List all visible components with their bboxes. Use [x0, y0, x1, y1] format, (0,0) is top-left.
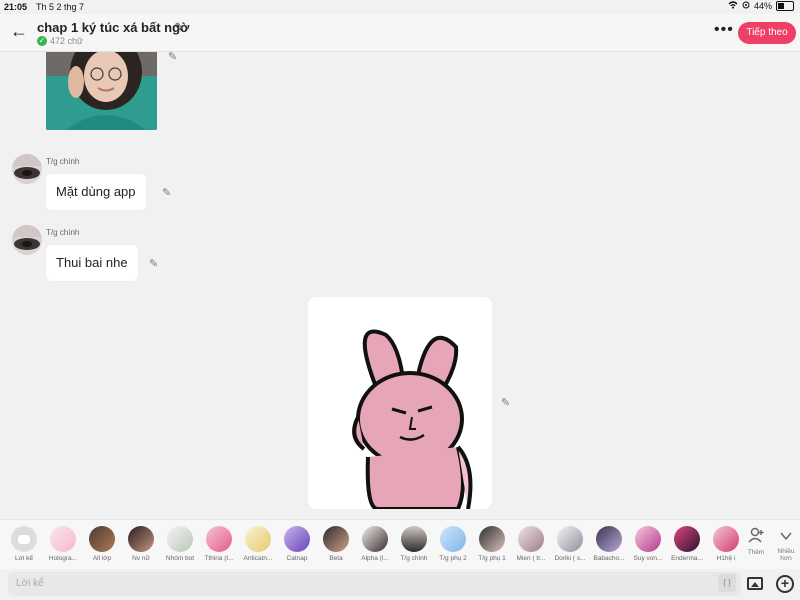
avatar: [12, 154, 42, 184]
character-name: Mien ( tr...: [516, 555, 546, 562]
character-item[interactable]: Beta: [316, 526, 356, 562]
edit-message-icon[interactable]: ✎: [162, 186, 171, 199]
message-bubble[interactable]: Mặt dùng app: [46, 174, 146, 210]
add-label: Thêm: [747, 549, 765, 556]
chevron-down-icon: [771, 526, 800, 548]
character-name: Catnap: [286, 555, 308, 562]
character-name: Enderma...: [671, 555, 703, 562]
character-item[interactable]: Anticatn...: [238, 526, 278, 562]
character-name: Alpha (l...: [361, 555, 389, 562]
edit-title-icon[interactable]: ✎: [174, 20, 185, 36]
character-item[interactable]: T/g chính: [394, 526, 434, 562]
character-name: H1hệ i: [716, 555, 736, 562]
character-name: T/g chính: [400, 555, 428, 562]
character-item[interactable]: Tthina (t...: [199, 526, 239, 562]
character-item[interactable]: Nhóm bot: [160, 526, 200, 562]
battery-icon: [776, 1, 794, 11]
avatar: [12, 225, 42, 255]
character-name: Tthina (t...: [204, 555, 234, 562]
more-options-icon[interactable]: •••: [714, 21, 734, 39]
speaker-name: T/g chính: [46, 157, 80, 166]
status-time: 21:05: [4, 2, 28, 12]
character-name: Suy von...: [633, 555, 663, 562]
status-date: Th 5 2 thg 7: [36, 2, 85, 12]
character-bar: Lời kể Hologra... All lớp Nv nữ Nhóm bot…: [0, 519, 800, 570]
chapter-title: chap 1 ký túc xá bất ngờ: [37, 20, 190, 35]
chat-area: ✎ T/g chính Mặt dùng app ✎ T/g chính Thu…: [0, 52, 800, 518]
message-bubble[interactable]: Thui bai nhe: [46, 245, 138, 281]
character-name: Anticatn...: [243, 555, 273, 562]
character-item[interactable]: Babacho...: [589, 526, 629, 562]
character-name: Hologra...: [48, 555, 78, 562]
character-item[interactable]: Catnap: [277, 526, 317, 562]
add-character-button[interactable]: Thêm: [741, 526, 771, 556]
character-item[interactable]: Doriki ( s...: [550, 526, 590, 562]
character-name: Doriki ( s...: [554, 555, 586, 562]
character-name: Babacho...: [593, 555, 625, 562]
character-name: T/g phụ 2: [439, 555, 467, 562]
status-bar: 21:05 Th 5 2 thg 7 44%: [0, 0, 800, 14]
more-label: Nhiều hơn: [777, 548, 795, 562]
narrator-icon: [11, 526, 37, 552]
location-icon: [742, 1, 750, 11]
character-item[interactable]: T/g phụ 1: [472, 526, 512, 562]
battery-percent: 44%: [753, 1, 772, 11]
character-item[interactable]: T/g phụ 2: [433, 526, 473, 562]
check-icon: ✓: [37, 36, 47, 46]
word-count: ✓ 472 chữ: [37, 36, 83, 46]
character-item[interactable]: Mien ( tr...: [511, 526, 551, 562]
character-item[interactable]: H1hệ i: [706, 526, 746, 562]
character-name: Nv nữ: [132, 555, 150, 562]
next-button[interactable]: Tiếp theo: [738, 22, 796, 44]
input-bar: Lời kể { } +: [0, 569, 800, 600]
word-count-label: 472 chữ: [50, 36, 84, 46]
edit-photo-icon[interactable]: ✎: [168, 52, 177, 63]
image-icon[interactable]: [747, 577, 763, 590]
character-item[interactable]: Nv nữ: [121, 526, 161, 562]
character-narrator[interactable]: Lời kể: [4, 526, 44, 562]
message-input[interactable]: Lời kể: [8, 572, 741, 596]
status-right: 44%: [728, 1, 794, 11]
speaker-name: T/g chính: [46, 228, 80, 237]
character-item[interactable]: All lớp: [82, 526, 122, 562]
edit-sticker-icon[interactable]: ✎: [501, 396, 510, 409]
wifi-icon: [728, 1, 738, 11]
character-name: All lớp: [92, 555, 112, 562]
edit-message-icon[interactable]: ✎: [149, 257, 158, 270]
character-item[interactable]: Alpha (l...: [355, 526, 395, 562]
character-name: T/g phụ 1: [478, 555, 506, 562]
character-item[interactable]: Suy von...: [628, 526, 668, 562]
character-name: Beta: [329, 555, 343, 562]
more-characters-button[interactable]: Nhiều hơn: [771, 526, 800, 562]
bunny-sticker: [352, 329, 473, 511]
variable-button[interactable]: { }: [718, 574, 736, 592]
character-name: Lời kể: [15, 555, 33, 562]
character-item[interactable]: Enderma...: [667, 526, 707, 562]
story-header: ← chap 1 ký túc xá bất ngờ ✎ ✓ 472 chữ •…: [0, 14, 800, 52]
sticker-message[interactable]: [308, 297, 492, 511]
photo-message[interactable]: [46, 52, 157, 130]
character-item[interactable]: Hologra...: [43, 526, 83, 562]
character-name: Nhóm bot: [165, 555, 195, 562]
add-person-icon: [741, 526, 771, 549]
plus-icon[interactable]: +: [776, 575, 794, 593]
back-arrow-icon[interactable]: ←: [10, 21, 28, 42]
